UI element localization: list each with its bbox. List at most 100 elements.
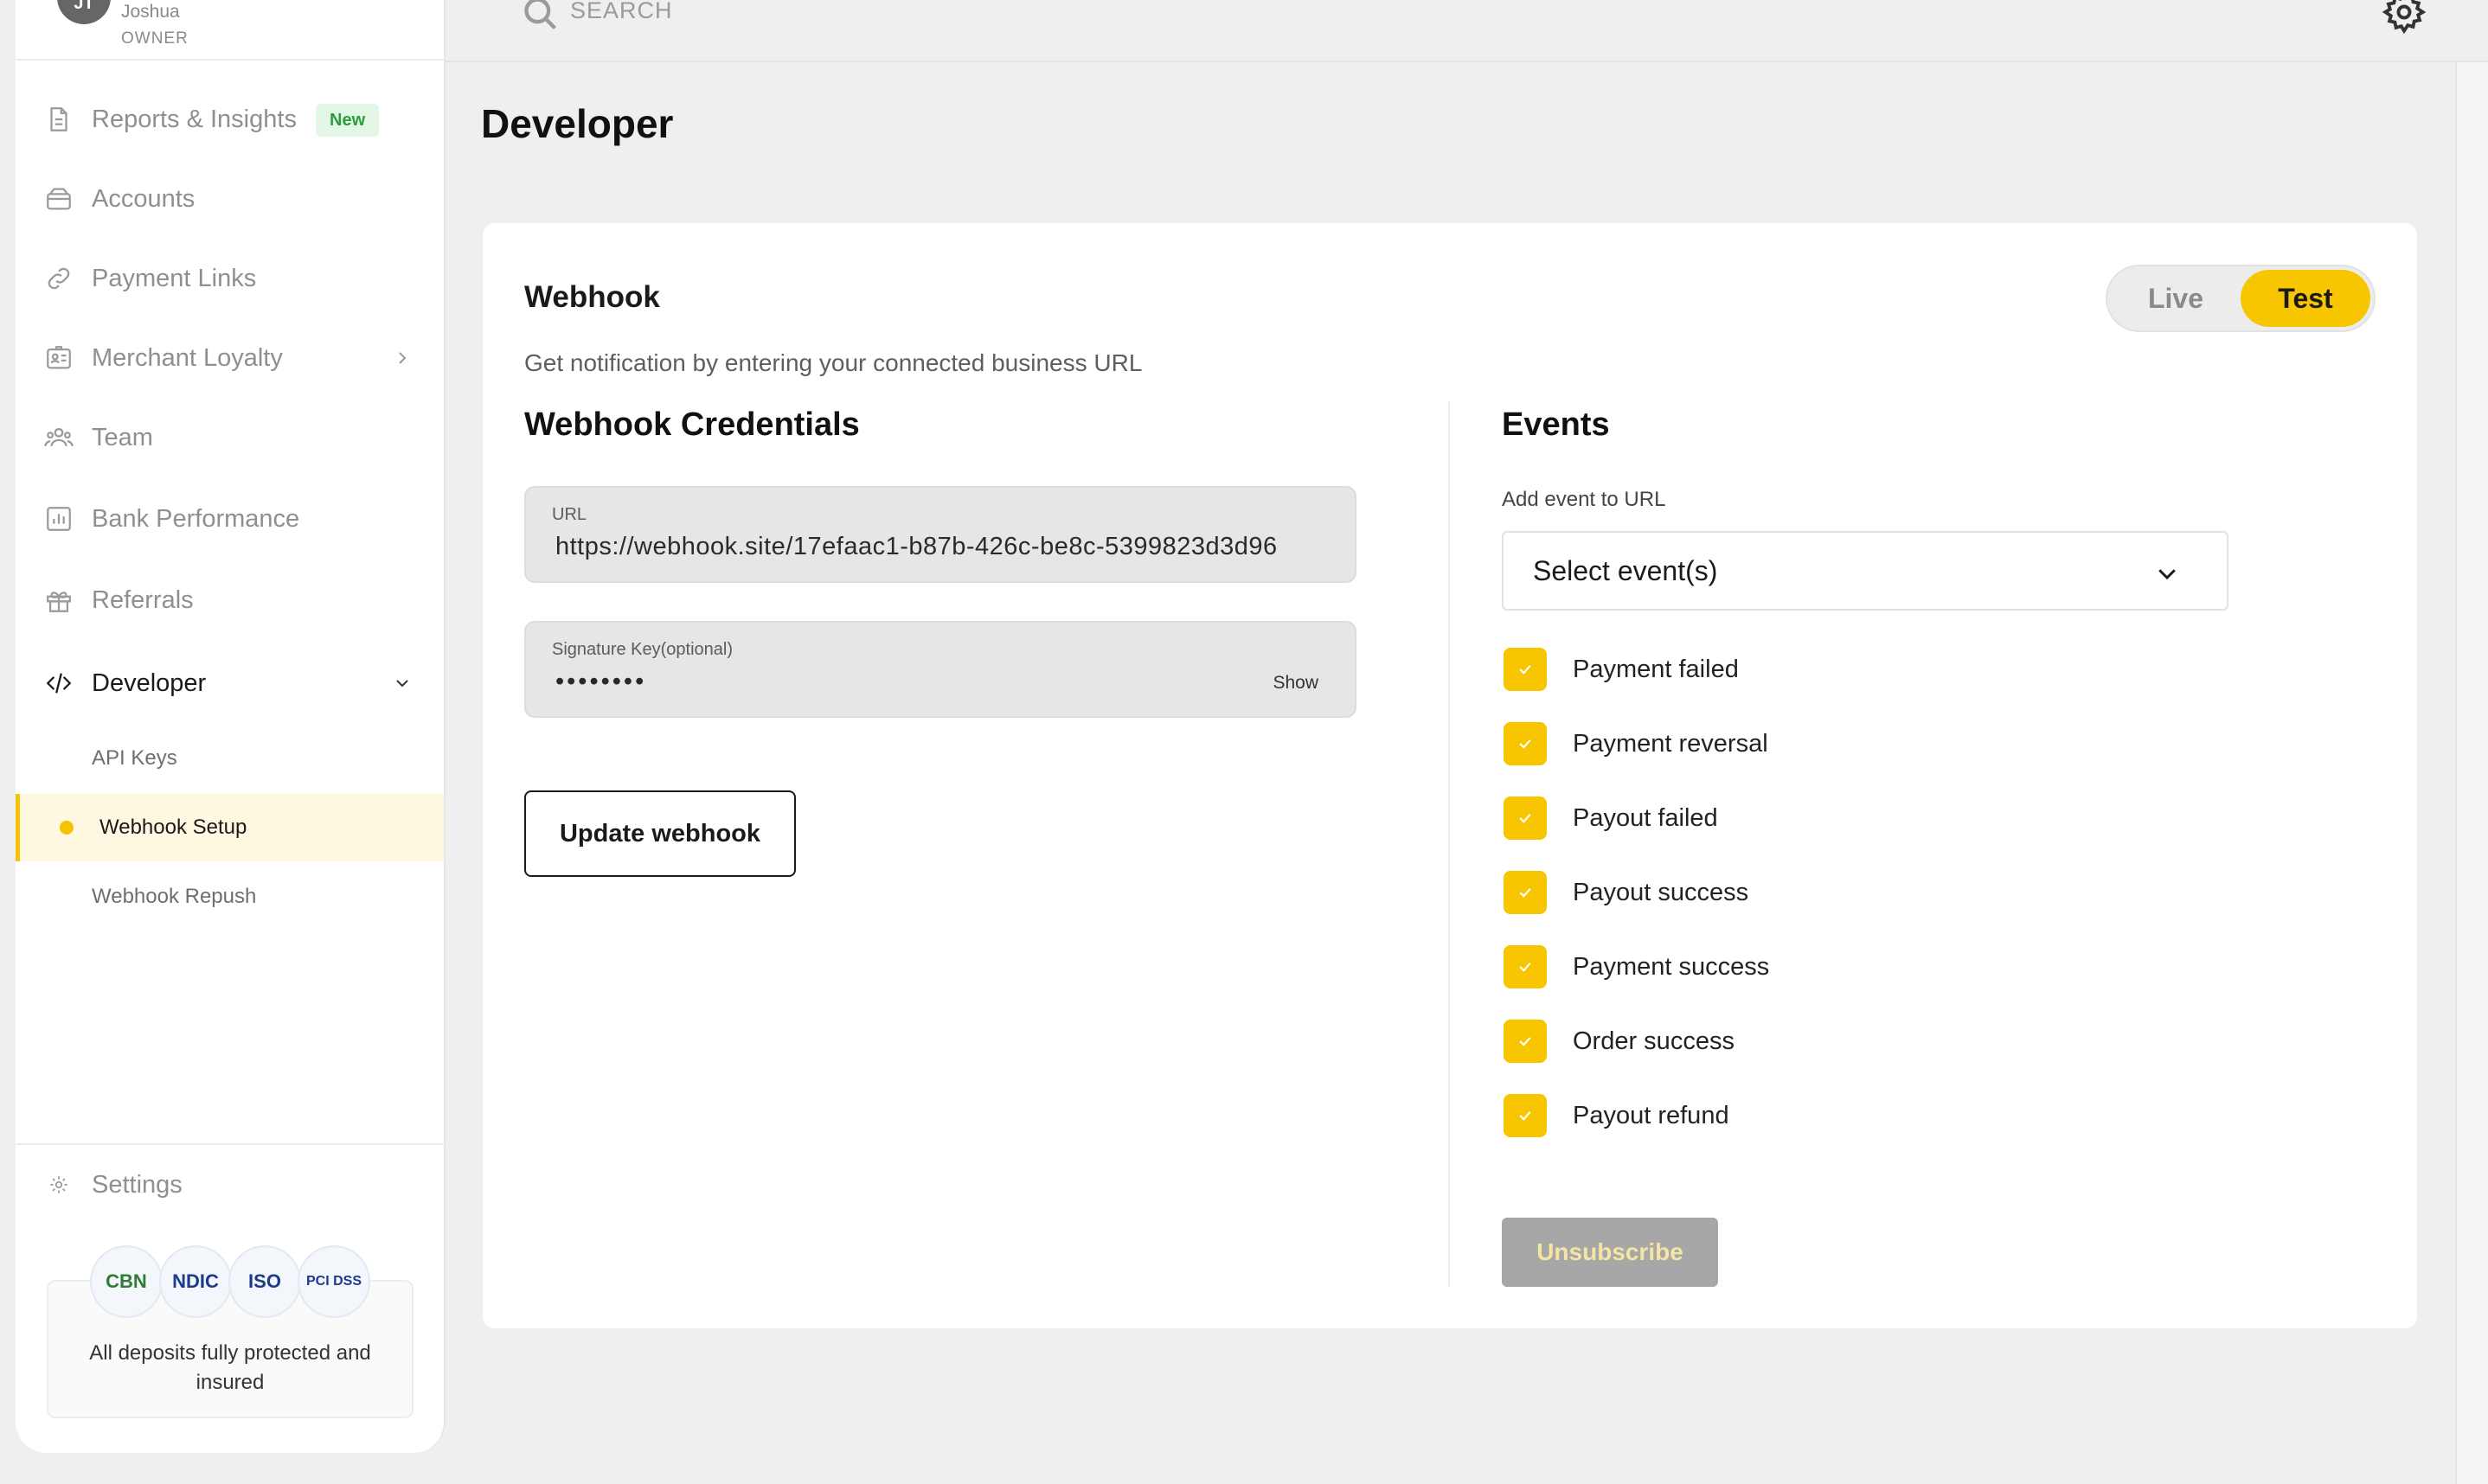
sidebar-item-payment-links[interactable]: Payment Links — [16, 253, 444, 304]
event-payout-success: Payout success — [1504, 870, 1748, 915]
event-payment-success: Payment success — [1504, 944, 1769, 989]
event-checkbox[interactable] — [1504, 945, 1547, 988]
signature-key-field[interactable]: Signature Key(optional) •••••••• Show — [524, 621, 1356, 718]
sidebar-item-developer[interactable]: Developer — [16, 657, 444, 709]
signature-label: Signature Key(optional) — [552, 640, 734, 659]
check-icon — [1519, 1111, 1531, 1121]
url-label: URL — [552, 505, 587, 524]
credentials-title: Webhook Credentials — [524, 406, 860, 443]
event-label: Payment reversal — [1573, 729, 1768, 758]
sidebar-subitem-label: API Keys — [92, 746, 177, 770]
sidebar-item-bank-performance[interactable]: Bank Performance — [16, 493, 444, 545]
wallet-icon — [43, 183, 74, 214]
url-field[interactable]: URL https://webhook.site/17efaac1-b87b-4… — [524, 486, 1356, 583]
sidebar-item-label: Bank Performance — [92, 504, 300, 533]
event-checkbox[interactable] — [1504, 796, 1547, 840]
check-icon — [1519, 665, 1531, 675]
signature-value[interactable]: •••••••• — [555, 668, 646, 696]
event-checkbox[interactable] — [1504, 871, 1547, 914]
event-label: Payout success — [1573, 878, 1749, 906]
avatar[interactable]: JT — [57, 0, 111, 24]
sidebar-subitem-webhook-setup[interactable]: Webhook Setup — [16, 794, 444, 861]
gear-icon — [43, 1169, 74, 1200]
sidebar-item-team[interactable]: Team — [16, 412, 444, 464]
event-checkbox[interactable] — [1504, 1020, 1547, 1063]
sidebar: JT Joshua OWNER Reports & Insights New A… — [16, 0, 446, 1453]
settings-gear-icon[interactable] — [2382, 0, 2427, 35]
event-label: Payout failed — [1573, 803, 1718, 832]
pci-dss-logo: PCI DSS — [298, 1245, 370, 1318]
check-icon — [1519, 888, 1531, 898]
environment-toggle: Live Test — [2106, 265, 2376, 332]
event-select[interactable]: Select event(s) — [1502, 531, 2228, 611]
search-icon — [522, 0, 560, 33]
search-input[interactable] — [570, 0, 1003, 28]
active-dot — [60, 821, 74, 835]
sidebar-item-merchant-loyalty[interactable]: Merchant Loyalty — [16, 332, 444, 384]
user-role: OWNER — [121, 29, 189, 48]
sidebar-item-label: Developer — [92, 668, 207, 697]
app-root: JT Joshua OWNER Reports & Insights New A… — [0, 0, 2488, 1484]
bar-chart-icon — [43, 503, 74, 534]
sidebar-item-label: Payment Links — [92, 264, 257, 292]
event-label: Payout refund — [1573, 1101, 1729, 1129]
env-test-option[interactable]: Test — [2241, 270, 2370, 327]
env-live-option[interactable]: Live — [2111, 270, 2241, 327]
sidebar-subitem-api-keys[interactable]: API Keys — [16, 725, 444, 792]
sidebar-item-referrals[interactable]: Referrals — [16, 574, 444, 626]
show-key-button[interactable]: Show — [1273, 673, 1318, 694]
id-card-icon — [43, 342, 74, 374]
event-payout-refund: Payout refund — [1504, 1093, 1729, 1138]
sidebar-divider — [16, 1143, 444, 1145]
event-label: Payment success — [1573, 952, 1770, 981]
event-checkbox[interactable] — [1504, 722, 1547, 765]
ndic-logo: NDIC — [159, 1245, 232, 1318]
update-webhook-button[interactable]: Update webhook — [524, 790, 796, 877]
gift-icon — [43, 585, 74, 616]
event-checkbox[interactable] — [1504, 1094, 1547, 1137]
add-event-label: Add event to URL — [1502, 488, 1666, 511]
top-bar — [446, 0, 2488, 62]
trust-panel: CBN NDIC ISO PCI DSS All deposits fully … — [47, 1245, 414, 1418]
code-icon — [43, 668, 74, 699]
user-profile[interactable]: JT Joshua OWNER — [16, 0, 444, 61]
document-icon — [43, 104, 74, 135]
trust-text: All deposits fully protected and insured — [89, 1341, 371, 1394]
sidebar-item-settings[interactable]: Settings — [16, 1159, 444, 1211]
webhook-title: Webhook — [524, 280, 660, 314]
iso-logo: ISO — [228, 1245, 301, 1318]
sidebar-item-label: Team — [92, 423, 153, 451]
sidebar-item-label: Accounts — [92, 184, 196, 213]
sidebar-subitem-label: Webhook Repush — [92, 885, 257, 908]
link-icon — [43, 263, 74, 294]
event-label: Payment failed — [1573, 655, 1739, 683]
user-name: Joshua — [121, 2, 180, 22]
unsubscribe-button[interactable]: Unsubscribe — [1502, 1218, 1718, 1287]
trust-logos: CBN NDIC ISO PCI DSS — [90, 1245, 370, 1318]
chevron-down-icon — [2154, 560, 2180, 586]
page-title: Developer — [481, 101, 674, 146]
sidebar-item-label: Referrals — [92, 585, 194, 614]
events-title: Events — [1502, 406, 1610, 443]
cbn-logo: CBN — [90, 1245, 163, 1318]
url-value[interactable]: https://webhook.site/17efaac1-b87b-426c-… — [555, 533, 1278, 561]
event-payment-failed: Payment failed — [1504, 647, 1739, 692]
people-icon — [43, 422, 74, 453]
check-icon — [1519, 963, 1531, 972]
event-payment-reversal: Payment reversal — [1504, 721, 1768, 766]
sidebar-item-label: Settings — [92, 1170, 183, 1199]
scroll-track[interactable] — [2455, 62, 2488, 1484]
event-payout-failed: Payout failed — [1504, 796, 1718, 841]
event-checkbox[interactable] — [1504, 648, 1547, 691]
event-order-success: Order success — [1504, 1019, 1735, 1064]
sidebar-subitem-webhook-repush[interactable]: Webhook Repush — [16, 863, 444, 931]
webhook-card: Webhook Get notification by entering you… — [483, 223, 2417, 1328]
sidebar-item-label: Merchant Loyalty — [92, 343, 283, 372]
chevron-down-icon — [392, 673, 413, 694]
chevron-right-icon — [392, 348, 413, 368]
new-badge: New — [316, 104, 380, 137]
sidebar-subitem-label: Webhook Setup — [99, 816, 247, 839]
sidebar-item-reports-insights[interactable]: Reports & Insights New — [16, 93, 444, 145]
sidebar-item-accounts[interactable]: Accounts — [16, 173, 444, 225]
check-icon — [1519, 739, 1531, 749]
